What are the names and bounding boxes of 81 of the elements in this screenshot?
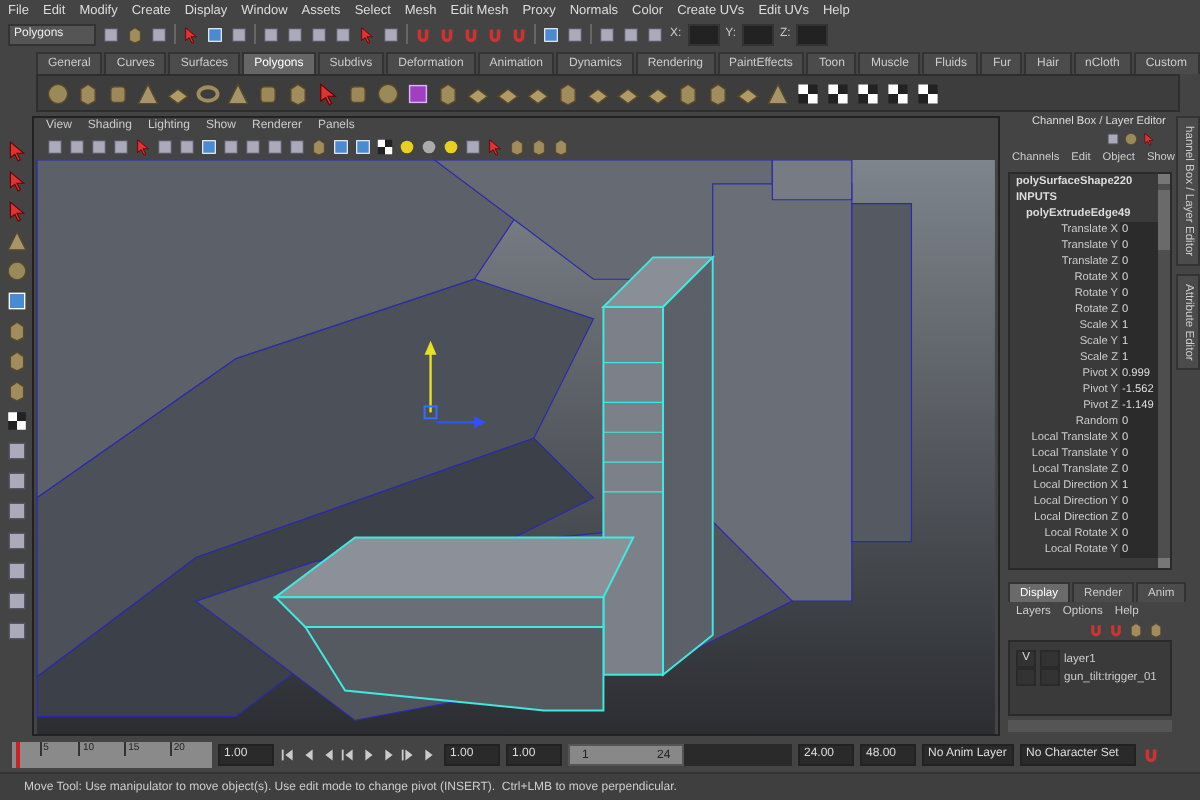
square-icon[interactable] — [262, 25, 280, 43]
scrollbar-thumb[interactable] — [1158, 190, 1170, 250]
checker-icon[interactable] — [856, 81, 880, 105]
arrow-cursor-icon[interactable] — [134, 138, 152, 157]
square-icon[interactable] — [266, 138, 284, 157]
square-icon[interactable] — [646, 25, 664, 43]
square-icon[interactable] — [178, 138, 196, 157]
cube-icon[interactable] — [76, 81, 100, 105]
cylinder-icon[interactable] — [346, 81, 370, 105]
playback-control-icon[interactable] — [340, 745, 358, 763]
square-icon[interactable] — [46, 138, 64, 157]
square-icon[interactable] — [1106, 132, 1120, 146]
current-time-marker[interactable] — [16, 741, 20, 767]
playback-control-icon[interactable] — [400, 745, 418, 763]
cube-icon[interactable] — [5, 320, 27, 342]
checker-icon[interactable] — [796, 81, 820, 105]
cube-icon[interactable] — [436, 81, 460, 105]
square-icon[interactable] — [68, 138, 86, 157]
checker-icon[interactable] — [916, 81, 940, 105]
arrow-cursor-icon[interactable] — [5, 170, 27, 192]
square-icon[interactable] — [5, 500, 27, 522]
square-icon[interactable] — [286, 25, 304, 43]
arrow-cursor-icon[interactable] — [1142, 132, 1156, 146]
sphere-icon[interactable] — [420, 138, 438, 157]
sphere-icon[interactable] — [5, 260, 27, 282]
arrow-cursor-icon[interactable] — [182, 25, 200, 43]
coordinate-field[interactable] — [796, 23, 829, 45]
square-icon[interactable] — [566, 25, 584, 43]
square-icon[interactable] — [464, 138, 482, 157]
square-icon[interactable] — [244, 138, 262, 157]
square-icon[interactable] — [382, 25, 400, 43]
cube-icon[interactable] — [126, 25, 144, 43]
checker-icon[interactable] — [886, 81, 910, 105]
square-icon[interactable] — [598, 25, 616, 43]
cube-icon[interactable] — [406, 81, 430, 105]
square-icon[interactable] — [310, 25, 328, 43]
arrow-cursor-icon[interactable] — [316, 81, 340, 105]
torus-icon[interactable] — [196, 81, 220, 105]
square-icon[interactable] — [334, 25, 352, 43]
sphere-icon[interactable] — [1124, 132, 1138, 146]
square-icon[interactable] — [5, 560, 27, 582]
square-icon[interactable] — [90, 138, 108, 157]
cylinder-icon[interactable] — [106, 81, 130, 105]
coordinate-field[interactable] — [687, 23, 720, 45]
cone-icon[interactable] — [766, 81, 790, 105]
square-icon[interactable] — [5, 620, 27, 642]
arrow-cursor-icon[interactable] — [486, 138, 504, 157]
sphere-icon[interactable] — [46, 81, 70, 105]
square-icon[interactable] — [5, 440, 27, 462]
cube-icon[interactable] — [5, 380, 27, 402]
playback-control-icon[interactable] — [420, 745, 438, 763]
cube-icon[interactable] — [5, 350, 27, 372]
cone-icon[interactable] — [136, 81, 160, 105]
cone-icon[interactable] — [5, 230, 27, 252]
square-icon[interactable] — [5, 470, 27, 492]
cube-icon[interactable] — [676, 81, 700, 105]
checker-icon[interactable] — [5, 410, 27, 432]
cone-icon[interactable] — [226, 81, 250, 105]
arrow-cursor-icon[interactable] — [5, 200, 27, 222]
move-manipulator-icon[interactable] — [423, 340, 487, 428]
cylinder-icon[interactable] — [256, 81, 280, 105]
cube-icon[interactable] — [556, 81, 580, 105]
square-icon[interactable] — [112, 138, 130, 157]
square-icon[interactable] — [5, 590, 27, 612]
square-icon[interactable] — [102, 25, 120, 43]
coordinate-field[interactable] — [742, 23, 775, 45]
playback-control-icon[interactable] — [280, 745, 298, 763]
square-icon[interactable] — [222, 138, 240, 157]
square-icon[interactable] — [622, 25, 640, 43]
square-icon[interactable] — [288, 138, 306, 157]
checker-icon[interactable] — [376, 138, 394, 157]
sphere-icon[interactable] — [376, 81, 400, 105]
square-icon[interactable] — [156, 138, 174, 157]
arrow-cursor-icon[interactable] — [5, 140, 27, 162]
square-icon[interactable] — [5, 530, 27, 552]
cube-icon[interactable] — [286, 81, 310, 105]
arrow-cursor-icon[interactable] — [358, 25, 376, 43]
checker-icon[interactable] — [826, 81, 850, 105]
square-icon[interactable] — [150, 25, 168, 43]
square-icon[interactable] — [230, 25, 248, 43]
cube-icon[interactable] — [706, 81, 730, 105]
